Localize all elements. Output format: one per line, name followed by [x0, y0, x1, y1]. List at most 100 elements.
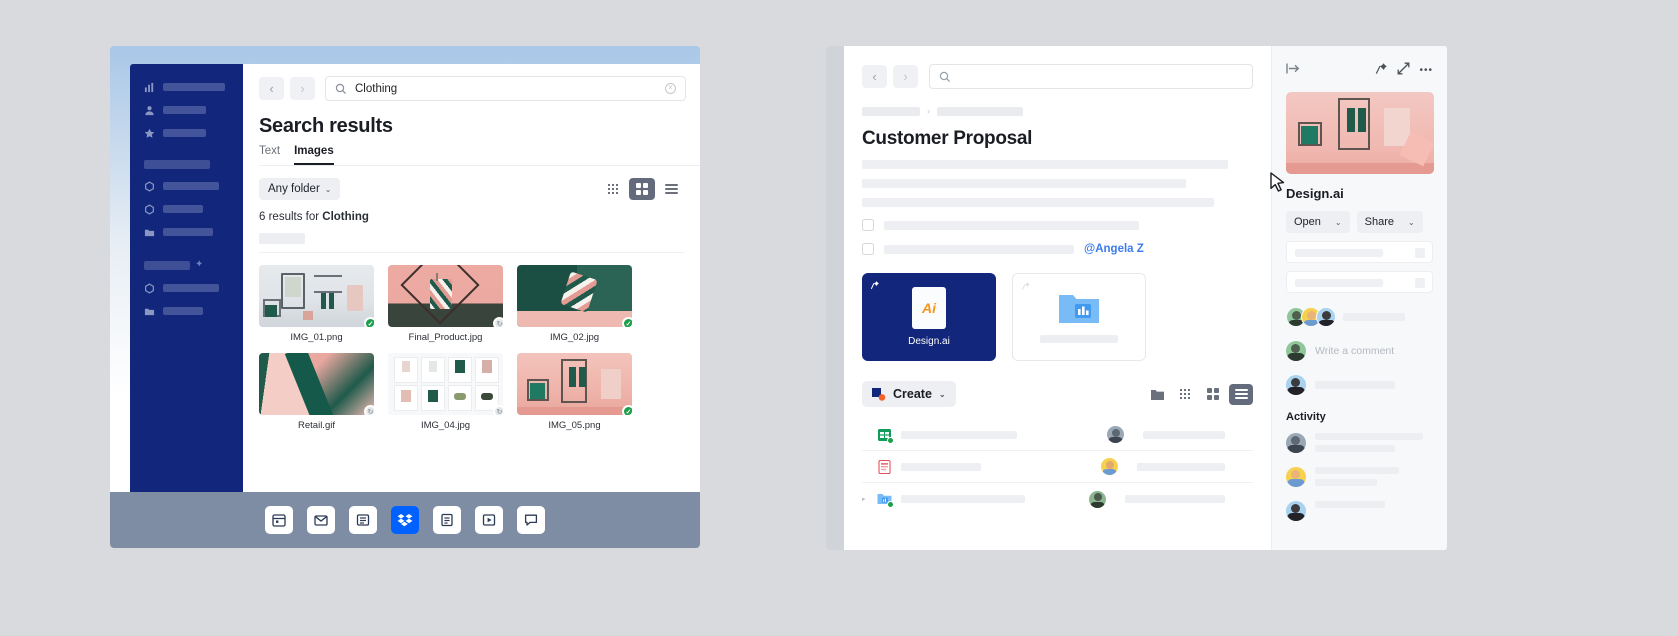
tasks-icon[interactable]	[349, 506, 377, 534]
document-toolbar: ‹ ›	[844, 46, 1271, 89]
expand-icon[interactable]	[1397, 62, 1410, 78]
preview-thumbnail[interactable]	[1286, 92, 1434, 174]
result-thumbnail[interactable]: ✓	[517, 265, 632, 327]
share-dropdown[interactable]: Share ⌄	[1356, 211, 1423, 233]
sidebar-item-5[interactable]	[144, 226, 243, 238]
table-row[interactable]: ▸	[862, 483, 1253, 515]
breadcrumb[interactable]: ›	[862, 106, 1271, 116]
result-item[interactable]: ↻ Final_Product.jpg	[388, 265, 503, 343]
comment-row	[1286, 375, 1433, 395]
sidebar-item-2[interactable]	[144, 127, 243, 139]
video-icon[interactable]	[475, 506, 503, 534]
collapse-panel-icon[interactable]	[1286, 62, 1300, 78]
small-grid-view-button[interactable]	[1173, 384, 1197, 405]
sidebar-item-3[interactable]	[144, 180, 243, 192]
result-filename: IMG_05.png	[548, 420, 601, 431]
checkbox[interactable]	[862, 219, 874, 231]
sidebar-item-1[interactable]	[144, 104, 243, 116]
sidebar-item-6[interactable]	[144, 282, 243, 294]
large-grid-view-button[interactable]	[629, 178, 655, 200]
back-chevron-icon: ‹	[872, 69, 877, 84]
chat-icon[interactable]	[517, 506, 545, 534]
search-icon	[939, 71, 951, 82]
avatar	[1101, 458, 1118, 475]
result-filename: IMG_02.jpg	[549, 332, 600, 343]
result-thumbnail[interactable]: ✓	[517, 353, 632, 415]
sidebar-label-placeholder	[163, 83, 225, 91]
result-item[interactable]: ↻ Retail.gif	[259, 353, 374, 431]
breadcrumb-item[interactable]	[937, 106, 1023, 116]
folder-view-button[interactable]	[1145, 384, 1169, 405]
calendar-icon[interactable]	[265, 506, 293, 534]
pin-icon[interactable]	[870, 280, 880, 292]
side-panel-content: ••• Design.ai Open ⌄ Share ⌄ Write a com…	[1272, 46, 1447, 521]
sidebar-item-7[interactable]	[144, 305, 243, 317]
sidebar-item-0[interactable]	[144, 81, 243, 93]
large-grid-view-button[interactable]	[1201, 384, 1225, 405]
back-chevron-icon: ‹	[269, 81, 274, 96]
diamond-icon	[145, 180, 154, 192]
result-thumbnail[interactable]: ✓	[259, 265, 374, 327]
forward-button[interactable]: ›	[893, 65, 918, 88]
search-input[interactable]: Clothing ×	[325, 76, 686, 101]
breadcrumb-item[interactable]	[862, 106, 920, 116]
folder-filter-dropdown[interactable]: Any folder ⌄	[259, 178, 341, 200]
metadata-field[interactable]	[1286, 241, 1433, 263]
list-view-button[interactable]	[658, 178, 684, 200]
result-item[interactable]: ✓ IMG_02.jpg	[517, 265, 632, 343]
back-button[interactable]: ‹	[259, 77, 284, 100]
folder-icon	[1150, 389, 1164, 400]
avatar[interactable]	[1316, 307, 1336, 327]
checklist-item[interactable]	[862, 219, 1271, 231]
paragraph-line	[862, 179, 1186, 188]
dropbox-icon[interactable]	[391, 506, 419, 534]
result-item[interactable]: ✓ IMG_05.png	[517, 353, 632, 431]
mail-icon[interactable]	[307, 506, 335, 534]
pin-icon[interactable]	[1021, 281, 1031, 293]
expand-caret-icon[interactable]: ▸	[862, 495, 868, 503]
table-row[interactable]	[862, 419, 1253, 451]
list-view-button[interactable]	[1229, 383, 1253, 405]
sparkle-icon: ✦	[195, 259, 204, 270]
pin-icon[interactable]	[1375, 62, 1388, 78]
forward-button[interactable]: ›	[290, 77, 315, 100]
checklist-item[interactable]: @Angela Z	[862, 243, 1271, 255]
small-grid-view-button[interactable]	[600, 178, 626, 200]
result-thumbnail[interactable]: ↻	[388, 265, 503, 327]
result-item[interactable]: ↻ IMG_04.jpg	[388, 353, 503, 431]
file-card-folder[interactable]	[1012, 273, 1146, 361]
sidebar-item-4[interactable]	[144, 203, 243, 215]
user-mention[interactable]: @Angela Z	[1084, 243, 1144, 255]
avatar	[1286, 375, 1306, 395]
create-button[interactable]: Create ⌄	[862, 381, 956, 407]
status-badge: ✓	[622, 317, 632, 327]
activity-text-placeholder	[1315, 467, 1399, 491]
clear-icon[interactable]: ×	[665, 83, 676, 94]
back-button[interactable]: ‹	[862, 65, 887, 88]
more-options-icon[interactable]: •••	[1419, 65, 1433, 76]
folder-icon	[1059, 295, 1099, 323]
file-card-design-ai[interactable]: Ai Design.ai	[862, 273, 996, 361]
document-window: ‹ › › Customer Proposal @Angela Z Ai Des…	[826, 46, 1447, 550]
metadata-field[interactable]	[1286, 271, 1433, 293]
result-thumbnail[interactable]: ↻	[259, 353, 374, 415]
comment-input-row[interactable]: Write a comment	[1286, 341, 1433, 361]
sidebar-section-ai[interactable]: ✦	[144, 259, 243, 271]
comment-text-placeholder	[1315, 381, 1395, 389]
left-sidebar[interactable]: ✦	[130, 64, 243, 536]
tab-text[interactable]: Text	[259, 145, 280, 165]
search-value: Clothing	[355, 82, 398, 95]
tab-images[interactable]: Images	[294, 145, 334, 165]
collaborator-avatars[interactable]	[1286, 307, 1433, 327]
search-main-panel: ‹ › Clothing × Search results Text Image…	[243, 64, 700, 536]
thumbnail-art	[388, 353, 503, 415]
sidebar-divider	[130, 249, 243, 259]
document-icon[interactable]	[433, 506, 461, 534]
result-item[interactable]: ✓ IMG_01.png	[259, 265, 374, 343]
checkbox[interactable]	[862, 243, 874, 255]
search-input[interactable]	[929, 64, 1253, 89]
table-row[interactable]	[862, 451, 1253, 483]
open-dropdown[interactable]: Open ⌄	[1286, 211, 1350, 233]
result-thumbnail[interactable]: ↻	[388, 353, 503, 415]
spreadsheet-icon	[877, 428, 894, 444]
